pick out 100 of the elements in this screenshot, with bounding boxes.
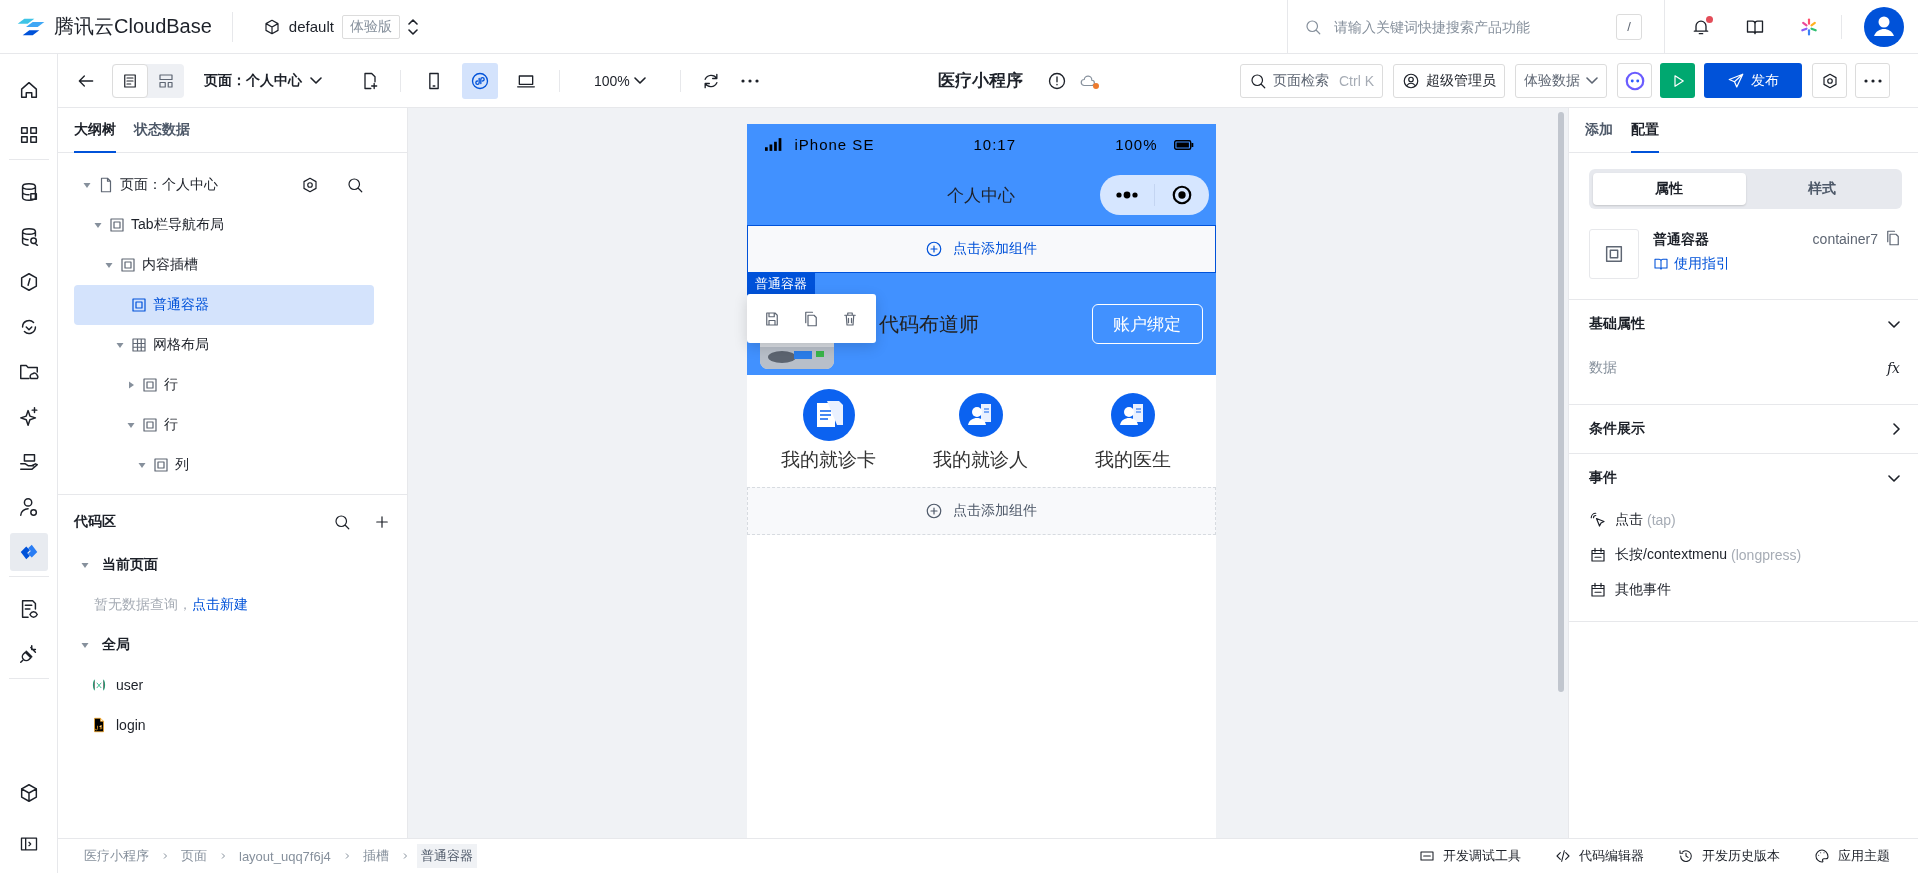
notification-button[interactable] [1691,16,1711,37]
info-icon[interactable] [1046,70,1067,91]
zoom-dropdown[interactable]: 100% [594,72,646,89]
segment-tab[interactable]: 属性 [1593,173,1746,205]
user-icon [1402,71,1420,90]
copy-icon[interactable] [802,309,820,328]
caret-icon [80,640,90,650]
tree-item[interactable]: 行 [74,405,374,445]
field-label: 数据 [1589,359,1617,377]
panel-tab[interactable]: 状态数据 [134,108,190,153]
create-link[interactable]: 点击新建 [192,596,248,614]
footer-tool[interactable]: 代码编辑器 [1555,847,1644,865]
mini-program-icon [470,70,490,91]
tree-item[interactable]: 行 [74,365,374,405]
caret-icon[interactable] [82,180,92,190]
settings-icon[interactable] [301,176,319,194]
publish-button[interactable]: 发布 [1704,63,1802,98]
assistant-button[interactable] [1617,63,1652,98]
search-icon[interactable] [346,176,364,194]
more-icon [1863,78,1882,83]
data-dropdown[interactable]: 体验数据 [1515,63,1607,98]
search-icon[interactable] [333,513,351,531]
add-component-label: 点击添加组件 [953,502,1037,520]
person-card-icon [959,393,1003,437]
add-component-label: 点击添加组件 [953,240,1037,258]
section-header[interactable]: 基础属性 [1589,300,1900,348]
menu-label: 我的就诊人 [933,448,1029,472]
scrollbar[interactable] [1558,112,1564,692]
chevron-down-icon [1888,320,1900,328]
caret-icon[interactable] [137,460,147,470]
view-toggle[interactable] [112,63,148,98]
tree-item[interactable]: Tab栏导航布局 [74,205,374,245]
guide-link[interactable]: 使用指引 [1653,255,1730,273]
formula-button[interactable]: fx [1886,360,1900,376]
page-search-label: 页面检索 [1273,71,1329,90]
breadcrumb-item[interactable]: 插槽 [358,844,393,868]
component-id: container7 [1812,230,1878,247]
breadcrumb-item[interactable]: 普通容器 [416,844,477,868]
event-name[interactable]: 长按/contextmenu [1615,545,1728,564]
person-card-icon [1111,393,1156,437]
rail-button[interactable] [9,533,48,571]
add-component-slot[interactable]: 点击添加组件 [746,225,1216,273]
caret-icon[interactable] [104,260,114,270]
segment-tab[interactable]: 样式 [1745,173,1898,205]
menu-label: 我的就诊卡 [781,448,877,472]
code-item[interactable]: user [74,665,391,705]
panel-tab[interactable]: 大纲树 [74,108,116,153]
caret-icon[interactable] [126,380,136,390]
footer-tool[interactable]: 应用主题 [1814,847,1890,865]
menu-item[interactable]: 我的医生 [1063,389,1204,473]
capsule-button[interactable] [1099,175,1209,215]
data-source-label: 体验数据 [1524,71,1580,90]
add-component-slot[interactable]: 点击添加组件 [746,487,1216,535]
chevron-down-icon [1586,77,1598,84]
sparkle-icon [17,406,40,428]
container-icon [108,216,126,234]
group-header[interactable]: 当前页面 [74,545,391,585]
delete-icon[interactable] [841,309,859,328]
footer-tool[interactable]: 开发调试工具 [1419,847,1521,865]
footer-tool[interactable]: 开发历史版本 [1678,847,1780,865]
group-header[interactable]: 全局 [74,625,391,665]
page-dropdown[interactable]: 页面：个人中心 [204,71,322,90]
section-header[interactable]: 事件 [1589,454,1900,502]
event-hint: (tap) [1647,511,1676,528]
container-icon [141,376,159,394]
copy-icon[interactable] [1884,229,1902,247]
add-icon[interactable] [373,513,391,531]
settings-button[interactable] [1812,63,1847,98]
more-icon[interactable] [740,78,759,83]
tree-item[interactable]: 页面：个人中心 [74,165,374,205]
save-icon[interactable] [763,309,781,328]
container-icon [130,296,148,314]
section-header[interactable]: 条件展示 [1589,405,1900,453]
calendar-icon [1589,580,1607,599]
search-field[interactable]: 请输入关键词快捷搜索产品功能 [1332,17,1606,36]
event-name[interactable]: 其他事件 [1615,580,1671,599]
caret-icon[interactable] [126,420,136,430]
tree-item[interactable]: 列 [74,445,374,485]
event-hint: (longpress) [1731,546,1802,563]
list-view-icon [121,71,139,90]
avatar[interactable] [1864,6,1904,47]
tree-item[interactable]: 网格布局 [74,325,374,365]
breadcrumb-item[interactable]: 页面 [177,844,211,868]
menu-item[interactable]: 我的就诊人 [911,389,1051,473]
code-item[interactable]: login [74,705,391,745]
caret-icon[interactable] [115,340,125,350]
panel-tab[interactable]: 配置 [1631,108,1659,153]
switch-icon[interactable] [407,18,418,35]
pinwheel-icon[interactable] [1799,16,1819,37]
battery-percent: 100% [1115,136,1158,153]
panel-tab[interactable]: 添加 [1585,108,1613,153]
environment-name[interactable]: default [288,18,334,35]
chevron-down-icon [633,77,646,84]
role-button[interactable]: 超级管理员 [1393,63,1505,98]
event-name[interactable]: 点击 [1615,510,1643,529]
page-search-button[interactable]: 页面检索 Ctrl K [1240,63,1383,98]
menu-item[interactable]: 我的就诊卡 [758,389,899,473]
tree-item[interactable]: 内容插槽 [74,245,374,285]
tree-item[interactable]: 普通容器 [74,285,374,325]
caret-icon[interactable] [93,220,103,230]
